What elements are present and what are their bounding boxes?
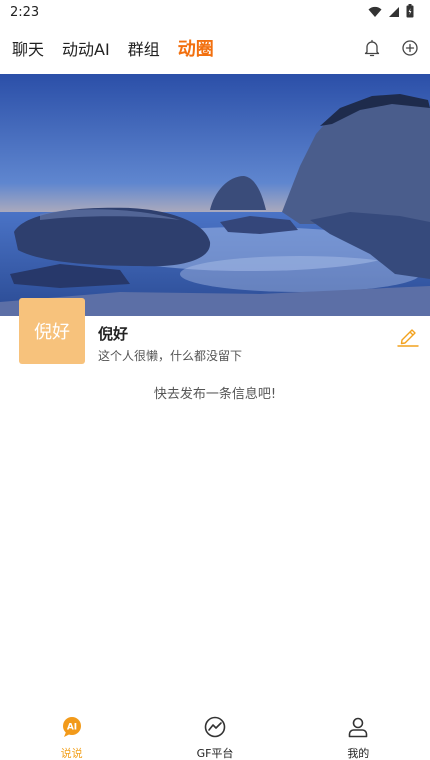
status-bar: 2:23 xyxy=(0,0,430,24)
profile-bio: 这个人很懒，什么都没留下 xyxy=(98,349,243,363)
nav-item-gf-platform[interactable]: GF平台 xyxy=(143,708,286,760)
avatar-text: 倪好 xyxy=(34,322,70,343)
top-header: 聊天 动动AI 群组 动圈 xyxy=(0,24,430,72)
battery-icon xyxy=(406,3,414,22)
status-icons xyxy=(368,3,414,22)
empty-feed-hint: 快去发布一条信息吧! xyxy=(153,387,277,402)
add-circle-icon[interactable] xyxy=(400,38,420,58)
edit-pencil-icon[interactable] xyxy=(396,324,420,348)
profile-name: 倪好 xyxy=(98,325,129,343)
top-tabs: 聊天 动动AI 群组 动圈 xyxy=(12,35,214,61)
avatar[interactable]: 倪好 xyxy=(19,298,85,364)
gauge-icon xyxy=(204,716,226,742)
nav-item-me[interactable]: 我的 xyxy=(287,708,430,760)
ai-chat-icon: AI xyxy=(61,716,83,742)
nav-label-gf-platform: GF平台 xyxy=(196,747,234,760)
signal-icon xyxy=(388,3,400,22)
header-actions xyxy=(362,38,420,58)
nav-item-posts[interactable]: AI 说说 xyxy=(0,708,143,760)
user-icon xyxy=(347,716,369,742)
tab-dongdong-ai[interactable]: 动动AI xyxy=(62,36,110,60)
bottom-nav: AI 说说 GF平台 我的 xyxy=(0,708,430,760)
nav-label-posts: 说说 xyxy=(60,747,83,760)
tab-moments[interactable]: 动圈 xyxy=(178,35,214,61)
cover-image xyxy=(0,74,430,316)
nav-label-me: 我的 xyxy=(347,747,370,760)
status-time: 2:23 xyxy=(10,4,40,20)
wifi-icon xyxy=(368,3,382,22)
bell-icon[interactable] xyxy=(362,38,382,58)
ai-icon-text: AI xyxy=(66,723,76,733)
tab-groups[interactable]: 群组 xyxy=(128,36,160,60)
tab-chat[interactable]: 聊天 xyxy=(12,36,44,60)
